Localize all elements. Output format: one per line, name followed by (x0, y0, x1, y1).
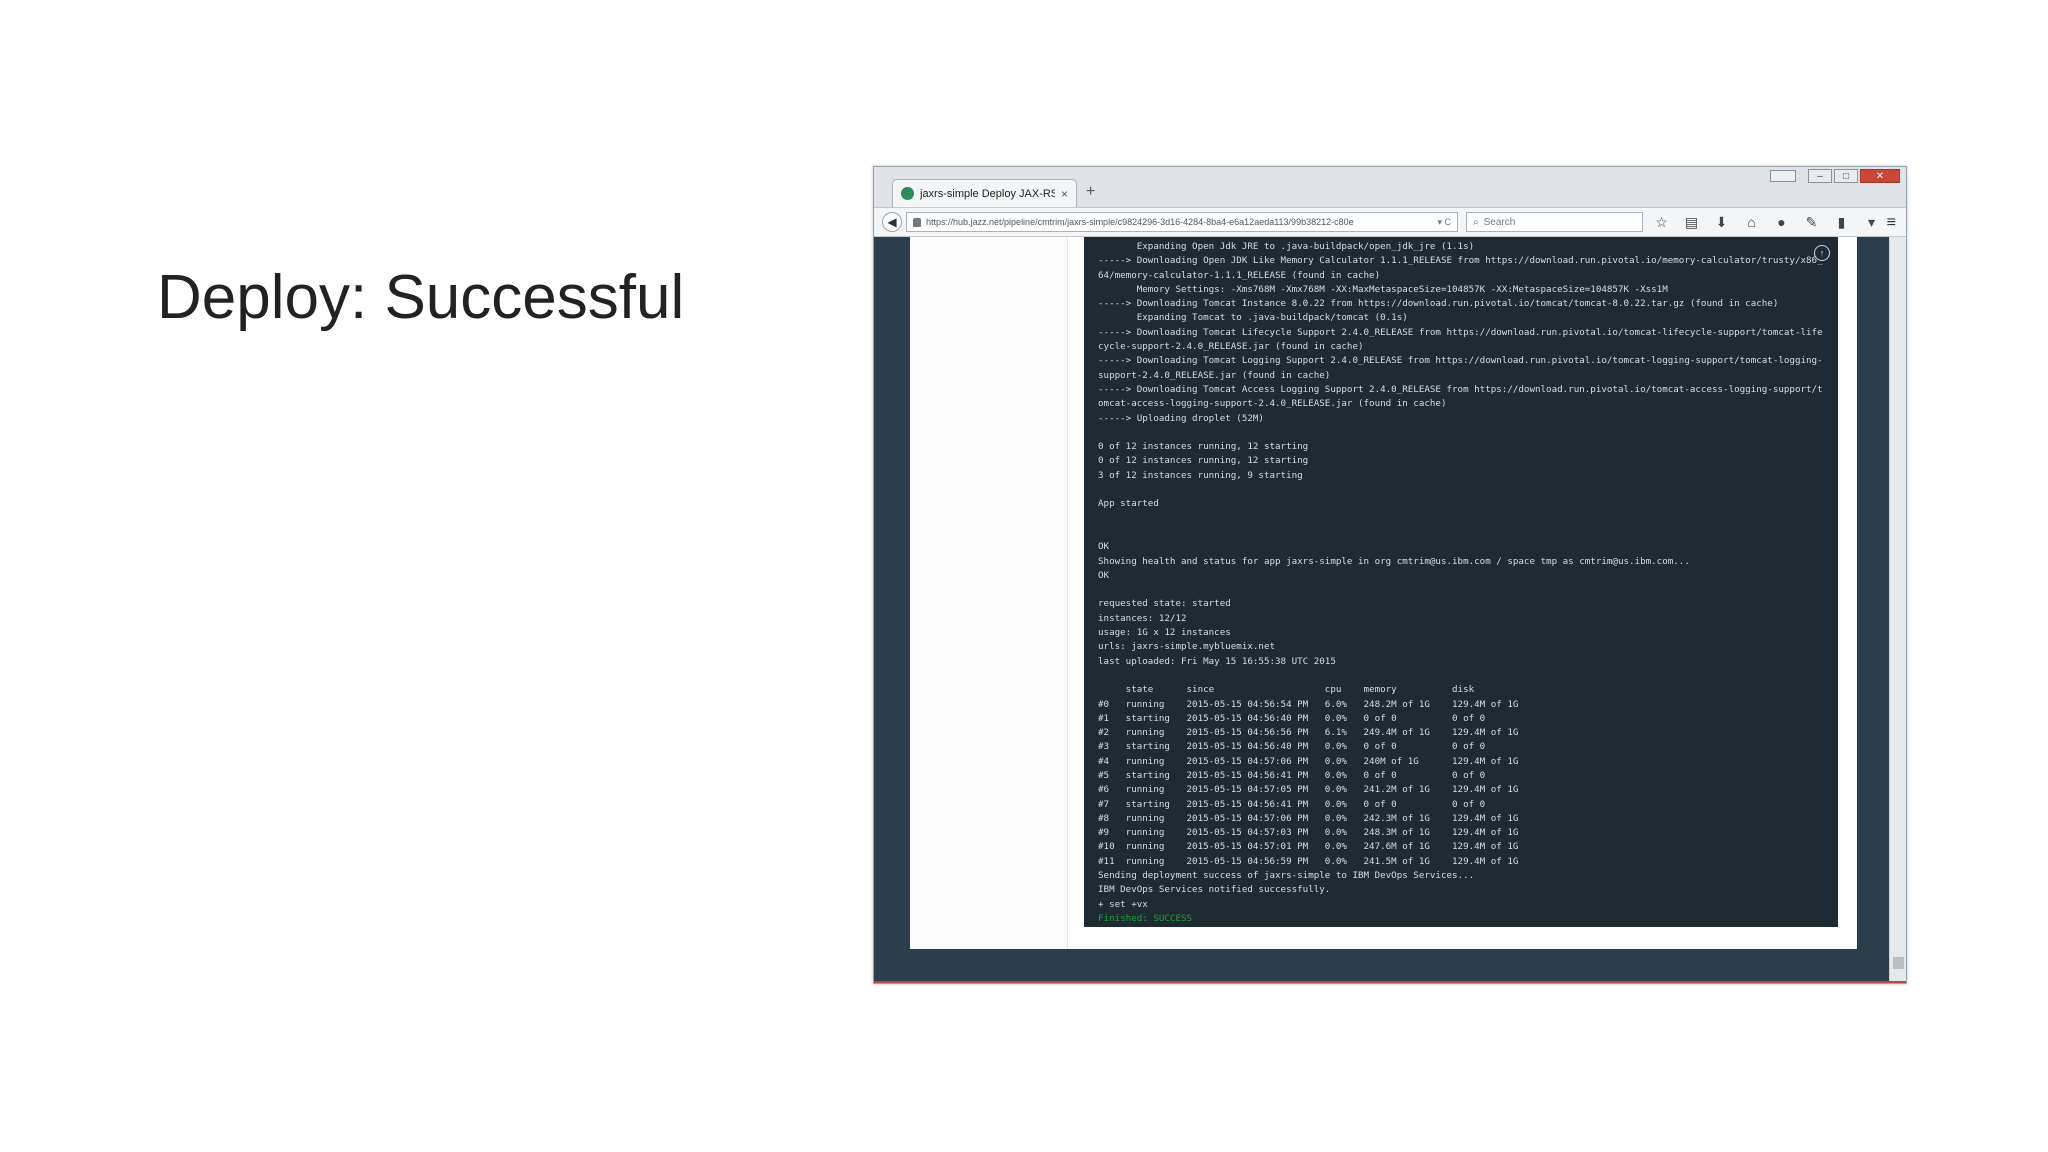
search-input[interactable]: ⌕ Search (1466, 212, 1643, 232)
reading-list-icon[interactable]: ▤ (1682, 213, 1701, 232)
window-bottom-border (874, 981, 1906, 983)
hamburger-menu-icon[interactable]: ≡ (1887, 213, 1896, 232)
new-tab-button[interactable]: + (1086, 183, 1095, 201)
jazz-favicon-icon (901, 187, 914, 200)
addon-icon[interactable]: ▮ (1832, 213, 1851, 232)
browser-window: – □ ✕ jaxrs-simple Deploy JAX-RS... × + … (873, 166, 1907, 984)
terminal-log-lines: Expanding Open Jdk JRE to .java-buildpac… (1098, 241, 1823, 910)
url-bar[interactable]: https://hub.jazz.net/pipeline/cmtrim/jax… (906, 212, 1458, 232)
slide-title: Deploy: Successful (157, 263, 685, 332)
home-icon[interactable]: ⌂ (1742, 213, 1761, 232)
terminal-log: Expanding Open Jdk JRE to .java-buildpac… (1084, 237, 1838, 926)
reload-icon[interactable]: ▾ C (1437, 217, 1451, 228)
tab-label: jaxrs-simple Deploy JAX-RS... (920, 187, 1055, 200)
lock-icon (913, 217, 921, 227)
addon-dropdown-icon[interactable]: ▾ (1862, 213, 1881, 232)
page-scrollbar[interactable] (1889, 237, 1906, 983)
toolbar-icons: ☆ ▤ ⬇ ⌂ ● ✎ ▮ ▾ (1652, 213, 1881, 232)
page-viewport: Expanding Open Jdk JRE to .java-buildpac… (874, 237, 1906, 983)
search-icon: ⌕ (1473, 216, 1479, 228)
tab-close-icon[interactable]: × (1061, 187, 1068, 201)
chat-icon[interactable]: ● (1772, 213, 1791, 232)
bookmark-star-icon[interactable]: ☆ (1652, 213, 1671, 232)
close-window-button[interactable]: ✕ (1860, 169, 1900, 183)
extension-icon[interactable]: ✎ (1802, 213, 1821, 232)
back-arrow-icon[interactable]: ◀ (882, 212, 902, 232)
terminal-status: Finished: SUCCESS (1098, 912, 1193, 924)
deploy-log-terminal: Expanding Open Jdk JRE to .java-buildpac… (1084, 237, 1838, 927)
browser-tab[interactable]: jaxrs-simple Deploy JAX-RS... × (892, 179, 1077, 207)
minimize-button[interactable]: – (1808, 169, 1832, 183)
scrollbar-thumb[interactable] (1893, 957, 1904, 969)
download-icon[interactable]: ⬇ (1712, 213, 1731, 232)
navigation-bar: ◀ https://hub.jazz.net/pipeline/cmtrim/j… (874, 207, 1906, 237)
maximize-button[interactable]: □ (1834, 169, 1858, 183)
search-placeholder: Search (1483, 216, 1516, 228)
scroll-to-top-icon[interactable]: ↑ (1814, 245, 1830, 261)
url-text: https://hub.jazz.net/pipeline/cmtrim/jax… (926, 217, 1354, 227)
page-left-panel (910, 237, 1068, 949)
window-controls: – □ ✕ (1808, 169, 1900, 183)
window-restore-area (1770, 170, 1796, 182)
